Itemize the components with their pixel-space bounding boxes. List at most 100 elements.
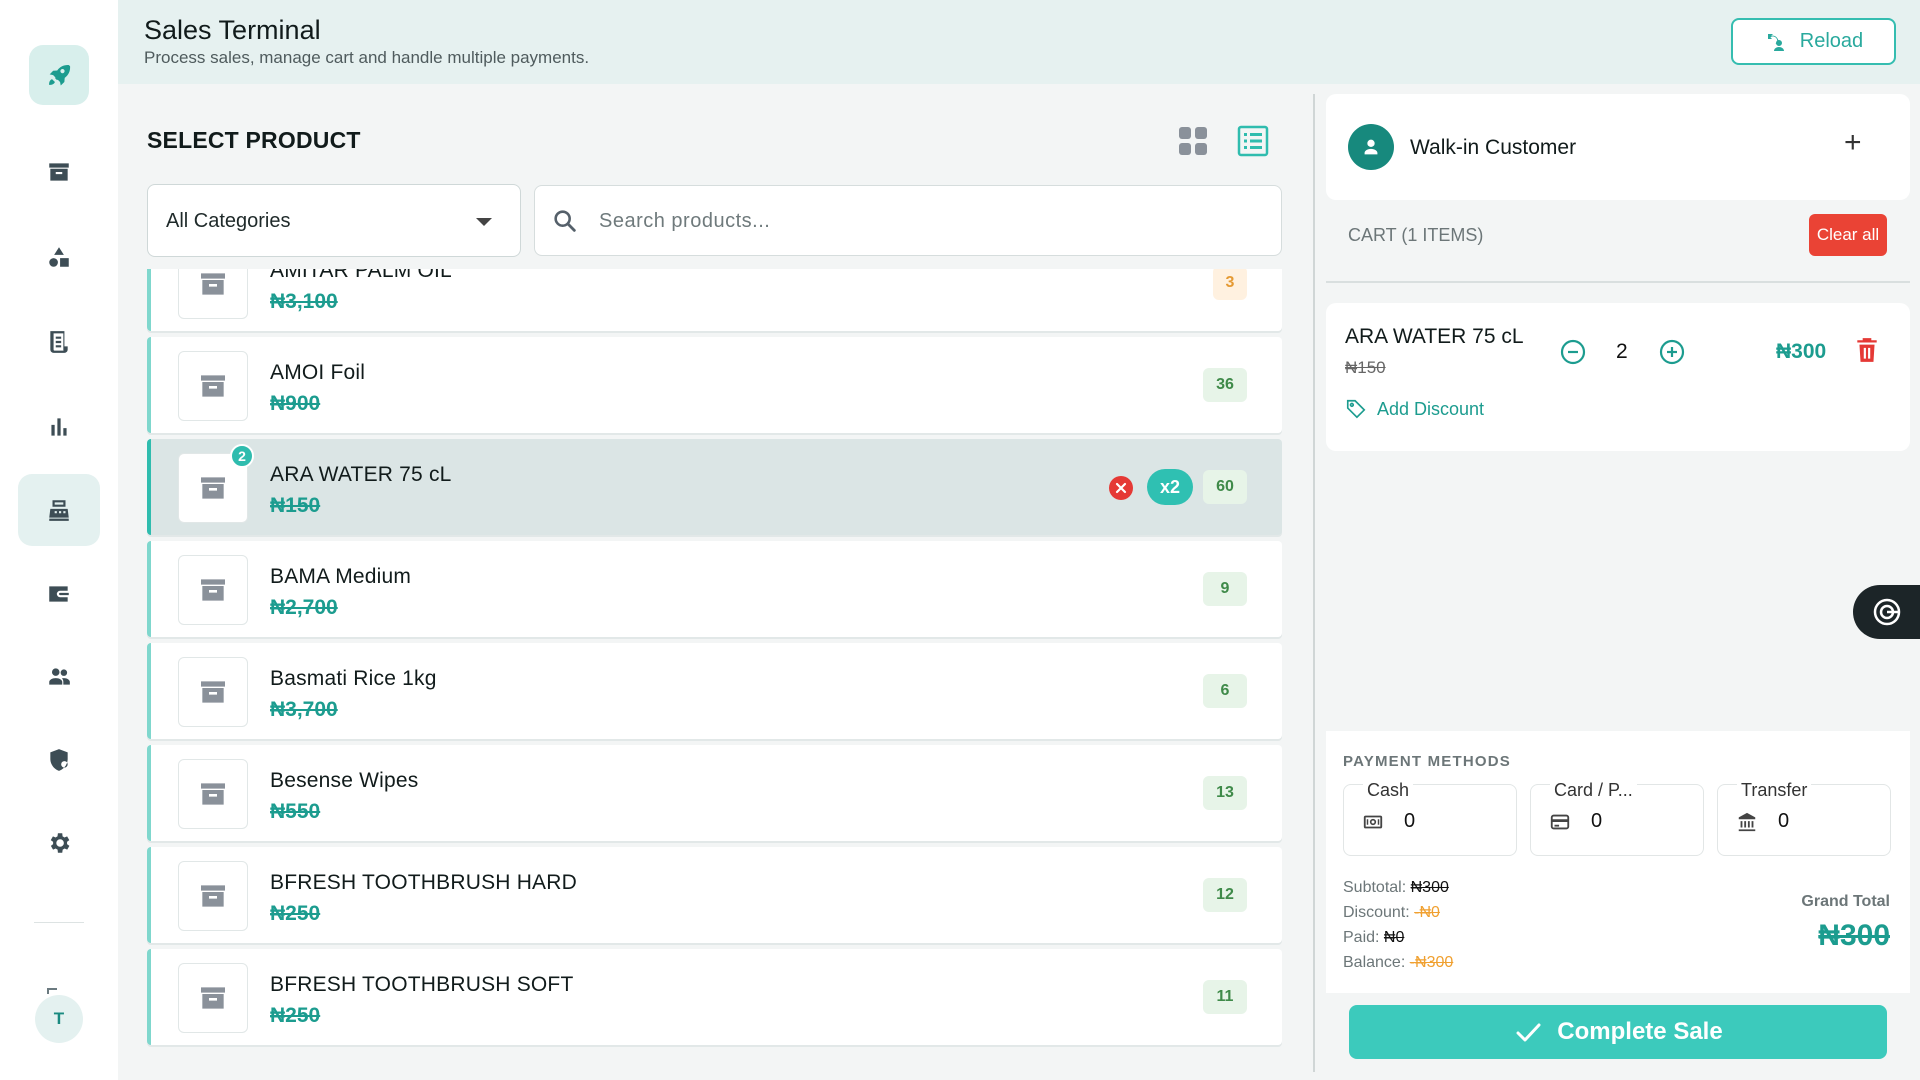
reload-button[interactable]: Reload	[1731, 18, 1896, 65]
archive-box-icon	[201, 885, 225, 907]
stock-badge: 6	[1203, 674, 1247, 708]
product-row[interactable]: AMOI Foil ₦900 36	[147, 337, 1282, 433]
subtotal-line: Subtotal: ₦300	[1343, 875, 1453, 900]
list-view-icon[interactable]	[1234, 122, 1272, 160]
cart-item-total: ₦300	[1776, 340, 1827, 363]
panel-divider	[1313, 94, 1315, 1072]
sidebar-collapse-mark	[47, 988, 57, 994]
balance-value: -₦300	[1409, 954, 1454, 971]
sidebar-item-receipts[interactable]	[18, 306, 100, 378]
product-name: BFRESH TOOTHBRUSH HARD	[270, 871, 577, 894]
shapes-icon	[49, 247, 69, 267]
category-select[interactable]: All Categories	[147, 184, 521, 257]
bank-icon	[1738, 812, 1756, 832]
category-select-value: All Categories	[166, 210, 291, 232]
product-thumbnail	[178, 963, 248, 1033]
grid-view-icon[interactable]	[1176, 124, 1210, 158]
remove-from-cart-icon[interactable]	[1109, 476, 1133, 500]
search-icon	[554, 210, 576, 232]
subtotal-value: ₦300	[1410, 879, 1449, 896]
product-price: ₦550	[270, 800, 321, 823]
complete-sale-button[interactable]: Complete Sale	[1349, 1005, 1887, 1059]
stock-badge: 60	[1203, 470, 1247, 504]
product-name: AMITAR PALM OIL	[270, 269, 452, 282]
product-row[interactable]: BAMA Medium ₦2,700 9	[147, 541, 1282, 637]
product-name: Besense Wipes	[270, 769, 419, 792]
product-name: BAMA Medium	[270, 565, 412, 588]
archive-box-icon	[201, 579, 225, 601]
chevron-down-icon	[476, 218, 492, 226]
select-product-title: SELECT PRODUCT	[147, 127, 361, 153]
check-icon	[1516, 1023, 1541, 1042]
sidebar-item-pos[interactable]	[18, 474, 100, 546]
page-subtitle: Process sales, manage cart and handle mu…	[144, 48, 590, 67]
transfer-field[interactable]: Transfer 0	[1717, 780, 1891, 856]
sidebar-divider	[34, 922, 84, 923]
product-row[interactable]: Besense Wipes ₦550 13	[147, 745, 1282, 841]
increase-qty-icon[interactable]	[1658, 338, 1686, 366]
product-row[interactable]: Basmati Rice 1kg ₦3,700 6	[147, 643, 1282, 739]
sidebar-item-security[interactable]	[18, 724, 100, 796]
receipt-icon	[50, 331, 68, 353]
cart-divider	[1326, 281, 1910, 283]
add-discount-label: Add Discount	[1377, 398, 1485, 419]
product-name: AMOI Foil	[270, 361, 366, 384]
card-field[interactable]: Card / P... 0	[1530, 780, 1704, 856]
balance-label: Balance:	[1343, 954, 1406, 971]
product-thumbnail	[178, 555, 248, 625]
sidebar-item-reports[interactable]	[18, 391, 100, 463]
reload-icon	[1767, 33, 1784, 51]
user-avatar[interactable]: T	[35, 995, 83, 1043]
trash-icon[interactable]	[1854, 336, 1880, 364]
stock-badge: 9	[1203, 572, 1247, 606]
product-row[interactable]: BFRESH TOOTHBRUSH HARD ₦250 12	[147, 847, 1282, 943]
decrease-qty-icon[interactable]	[1559, 338, 1587, 366]
shield-lock-icon	[50, 749, 68, 771]
customer-avatar	[1348, 124, 1394, 170]
people-icon	[49, 668, 70, 685]
grand-total-value: ₦300	[1818, 919, 1890, 952]
product-row[interactable]: BFRESH TOOTHBRUSH SOFT ₦250 11	[147, 949, 1282, 1045]
sidebar-item-categories[interactable]	[18, 221, 100, 293]
product-row[interactable]: AMITAR PALM OIL ₦3,100 3	[147, 269, 1282, 331]
payment-summary: Subtotal: ₦300 Discount: -₦0 Paid: ₦0 Ba…	[1343, 875, 1453, 975]
cash-value[interactable]: 0	[1404, 810, 1415, 833]
close-icon	[1115, 482, 1127, 494]
card-value[interactable]: 0	[1591, 810, 1602, 833]
assistant-icon	[1873, 598, 1900, 626]
clear-all-button[interactable]: Clear all	[1809, 214, 1887, 256]
cart-count: CART (1 ITEMS)	[1348, 225, 1484, 245]
cart-item-qty: 2	[1616, 340, 1628, 363]
app-logo[interactable]	[29, 45, 89, 105]
stock-badge: 13	[1203, 776, 1247, 810]
sidebar-item-archive[interactable]	[18, 136, 100, 208]
grand-total-label: Grand Total	[1801, 893, 1890, 910]
add-customer-button[interactable]: +	[1844, 128, 1862, 158]
paid-value: ₦0	[1383, 929, 1405, 946]
archive-box-icon	[49, 163, 69, 181]
cash-field[interactable]: Cash 0	[1343, 780, 1517, 856]
register-icon	[49, 500, 69, 521]
sidebar-item-customers[interactable]	[18, 641, 100, 713]
search-input[interactable]	[599, 202, 1259, 240]
product-search[interactable]	[534, 185, 1282, 256]
product-row[interactable]: 2 ARA WATER 75 cL ₦150 x2 60	[147, 439, 1282, 535]
sidebar-item-wallet[interactable]	[18, 558, 100, 630]
cash-icon	[1363, 815, 1383, 829]
transfer-value[interactable]: 0	[1778, 810, 1789, 833]
transfer-label: Transfer	[1737, 780, 1812, 801]
sidebar-item-settings[interactable]	[18, 807, 100, 879]
archive-box-icon	[201, 477, 225, 499]
archive-box-icon	[201, 783, 225, 805]
card-label: Card / P...	[1550, 780, 1637, 801]
assistant-fab[interactable]	[1853, 585, 1920, 639]
product-thumbnail	[178, 269, 248, 319]
wallet-icon	[49, 586, 69, 602]
add-discount-link[interactable]: Add Discount	[1345, 398, 1484, 420]
customer-name: Walk-in Customer	[1410, 136, 1577, 159]
reload-label: Reload	[1799, 30, 1864, 52]
sidebar: T	[0, 0, 118, 1080]
customer-card[interactable]: Walk-in Customer +	[1326, 94, 1910, 200]
gear-icon	[50, 833, 70, 853]
product-thumbnail	[178, 657, 248, 727]
